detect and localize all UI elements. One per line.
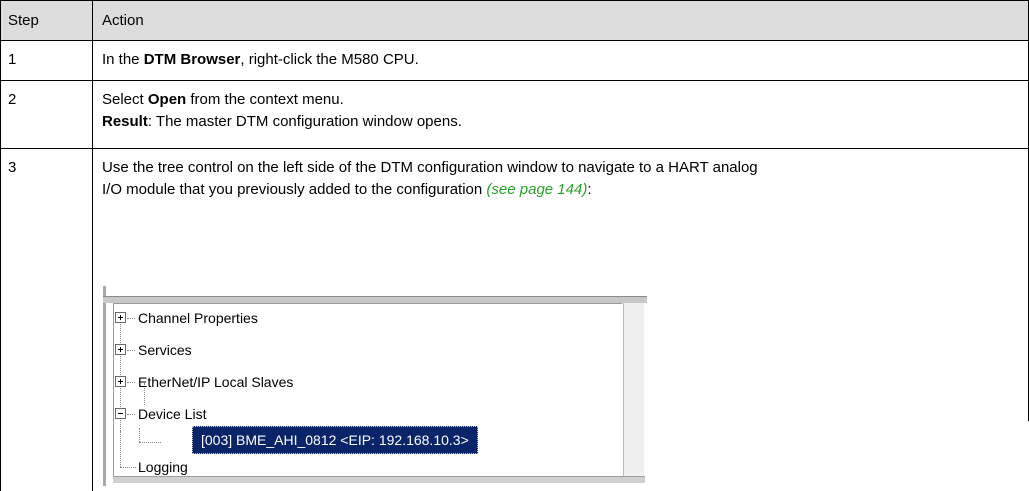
action-text: I/O module that you previously added to … [102, 181, 592, 198]
tree-connector [127, 414, 135, 415]
collapse-icon[interactable] [115, 408, 126, 419]
expand-icon[interactable] [115, 312, 126, 323]
tree-item-channel-properties[interactable]: Channel Properties [138, 309, 258, 327]
row-divider [0, 148, 1029, 149]
tree-connector [139, 442, 161, 443]
horizontal-scrollbar[interactable] [113, 476, 645, 483]
tree-connector [139, 428, 140, 442]
header-action: Action [102, 12, 144, 29]
tree-item-ethernet-ip-local-slaves[interactable]: EtherNet/IP Local Slaves [138, 373, 293, 391]
action-text: In the DTM Browser, right-click the M580… [102, 51, 419, 68]
tree-connector [127, 318, 135, 319]
table-border-top [0, 0, 1029, 1]
dtm-tree-screenshot: Channel Properties Services EtherNet/IP … [103, 286, 647, 486]
vertical-scrollbar[interactable] [623, 303, 644, 476]
table-header [0, 0, 1029, 41]
tree-view: Channel Properties Services EtherNet/IP … [113, 303, 622, 476]
action-text: Use the tree control on the left side of… [102, 159, 758, 176]
step-number: 2 [8, 91, 17, 108]
table-border-left [0, 0, 1, 491]
tree-connector [120, 431, 121, 467]
tree-connector [127, 350, 135, 351]
tree-item-logging[interactable]: Logging [138, 458, 188, 476]
expand-icon[interactable] [115, 344, 126, 355]
tree-connector [127, 382, 135, 383]
result-text: Result: The master DTM configuration win… [102, 113, 462, 130]
step-number: 3 [8, 159, 17, 176]
tree-item-bme-ahi-0812[interactable]: [003] BME_AHI_0812 <EIP: 192.168.10.3> [192, 426, 478, 454]
window-edge [103, 286, 106, 486]
window-frame-top [103, 296, 647, 303]
row-divider [0, 80, 1029, 81]
expand-icon[interactable] [115, 376, 126, 387]
page-reference-link[interactable]: (see page 144) [486, 181, 587, 198]
column-divider [92, 0, 93, 491]
step-number: 1 [8, 51, 17, 68]
tree-item-services[interactable]: Services [138, 341, 192, 359]
header-step: Step [8, 12, 39, 29]
tree-item-device-list[interactable]: Device List [138, 405, 206, 423]
action-text: Select Open from the context menu. [102, 91, 344, 108]
tree-connector [120, 467, 136, 468]
row-divider [0, 40, 1029, 41]
